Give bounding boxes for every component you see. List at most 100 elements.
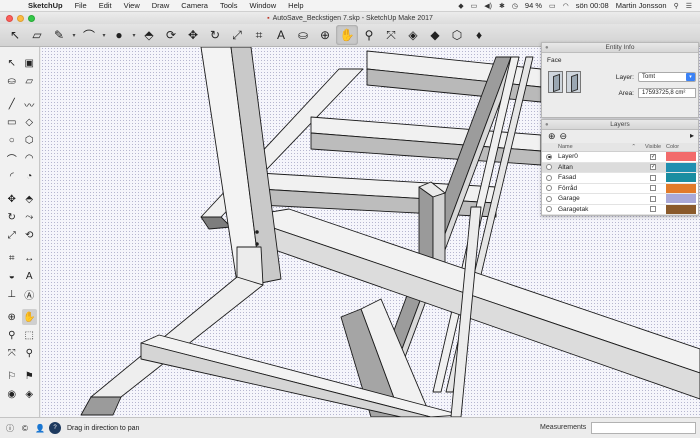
eraser-tool[interactable]: ▱	[26, 25, 48, 45]
offset-tool[interactable]: ⟲	[22, 227, 38, 243]
rectangle-tool[interactable]: ▭	[4, 114, 20, 130]
layer-visible-checkbox[interactable]	[640, 206, 666, 213]
layer-row[interactable]: Förråd	[542, 183, 698, 194]
active-layer-radio[interactable]	[542, 206, 556, 213]
active-layer-radio[interactable]	[542, 185, 556, 192]
scale-tool[interactable]: ⤢	[4, 227, 20, 243]
paint-bucket-tool[interactable]: ⛀	[4, 73, 20, 89]
layer-visible-checkbox[interactable]	[640, 174, 666, 181]
menu-app-name[interactable]: SketchUp	[22, 1, 69, 10]
bluetooth-icon[interactable]: ✱	[499, 2, 505, 10]
menu-help[interactable]: Help	[282, 1, 309, 10]
zoom-tool[interactable]: ⚲	[358, 25, 380, 45]
rotated-rectangle-tool[interactable]: ◇	[22, 114, 38, 130]
offset-tool[interactable]: ⟳	[160, 25, 182, 45]
warehouse-tool[interactable]: ◈	[402, 25, 424, 45]
extension-warehouse-tool[interactable]: ◆	[424, 25, 446, 45]
layer-color-swatch[interactable]	[666, 183, 696, 193]
layer-visible-checkbox[interactable]	[640, 195, 666, 202]
entity-info-title-bar[interactable]: ● Entity Info	[542, 43, 698, 53]
section-plane-tool[interactable]: ◈	[22, 386, 38, 402]
user-icon[interactable]: 👤	[34, 422, 46, 434]
layer-color-swatch[interactable]	[666, 152, 696, 162]
position-camera-tool[interactable]: ⚐	[4, 368, 20, 384]
layer-visible-checkbox[interactable]: ✓	[640, 153, 666, 160]
left-beam-side[interactable]	[80, 396, 122, 416]
geo-location-icon[interactable]: ⓘ	[4, 422, 16, 434]
layer-row[interactable]: Fasad	[542, 173, 698, 184]
layer-color-swatch[interactable]	[666, 162, 696, 172]
tape-measure-tool[interactable]: ⌗	[4, 250, 20, 266]
display-icon[interactable]: ▭	[471, 2, 478, 10]
layer-row[interactable]: Garage	[542, 194, 698, 205]
layer-name[interactable]: Fasad	[556, 174, 640, 181]
layer-name[interactable]: Förråd	[556, 185, 640, 192]
share-model-tool[interactable]: ⬡	[446, 25, 468, 45]
menu-view[interactable]: View	[118, 1, 146, 10]
eraser-tool[interactable]: ▱	[22, 73, 38, 89]
zoom-extents-tool[interactable]: ⤧	[4, 345, 20, 361]
walk-tool[interactable]: ⚑	[22, 368, 38, 384]
notification-center-icon[interactable]: ☰	[686, 2, 692, 10]
chevron-down-icon[interactable]: ▾	[686, 73, 695, 81]
timemachine-icon[interactable]: ◷	[512, 2, 518, 10]
orbit-tool[interactable]: ⊕	[314, 25, 336, 45]
zoom-extents-tool[interactable]: ⤧	[380, 25, 402, 45]
menu-edit[interactable]: Edit	[93, 1, 118, 10]
close-window-button[interactable]	[6, 15, 13, 22]
ruby-tool[interactable]: ♦	[468, 25, 490, 45]
layer-name[interactable]: Layer0	[556, 153, 640, 160]
layer-name[interactable]: Garage	[556, 195, 640, 202]
rotate-tool[interactable]: ↻	[204, 25, 226, 45]
active-layer-radio[interactable]	[542, 164, 556, 171]
pan-tool[interactable]: ✋	[21, 309, 37, 325]
col-name-header[interactable]: Name	[558, 144, 573, 150]
clock[interactable]: sön 00:08	[576, 1, 609, 10]
circle-tool-caret[interactable]: ▾	[130, 25, 138, 45]
active-layer-radio[interactable]	[542, 174, 556, 181]
active-layer-radio[interactable]	[542, 195, 556, 202]
zoom-window-tool[interactable]: ⬚	[22, 327, 38, 343]
search-icon[interactable]: ⚲	[674, 2, 679, 10]
credits-icon[interactable]: ©	[19, 422, 31, 434]
beam-far-left-side[interactable]	[200, 216, 232, 230]
layer-color-swatch[interactable]	[666, 173, 696, 183]
pie-tool[interactable]: ◔	[22, 168, 38, 184]
details-arrow-icon[interactable]: ▸	[690, 131, 694, 140]
layer-row[interactable]: Layer0 ✓	[542, 152, 698, 163]
minimize-window-button[interactable]	[17, 15, 24, 22]
pan-tool[interactable]: ✋	[336, 25, 358, 45]
3d-text-tool[interactable]: Ⓐ	[22, 286, 38, 302]
back-material-swatch[interactable]	[566, 71, 581, 93]
line-tool-caret[interactable]: ▾	[70, 25, 78, 45]
layer-visible-checkbox[interactable]	[640, 185, 666, 192]
tape-measure-tool[interactable]: ⌗	[248, 25, 270, 45]
wifi-icon[interactable]: ◠	[563, 2, 569, 10]
layer-name[interactable]: Altan	[556, 164, 640, 171]
follow-me-tool[interactable]: ⤳	[22, 209, 38, 225]
close-panel-icon[interactable]: ●	[545, 120, 549, 130]
dropbox-icon[interactable]: ◆	[458, 2, 463, 10]
layer-name[interactable]: Garagetak	[556, 206, 640, 213]
active-layer-radio[interactable]	[542, 153, 556, 160]
layer-color-swatch[interactable]	[666, 194, 696, 204]
user-name[interactable]: Martin Jonsson	[616, 1, 667, 10]
area-field[interactable]: 17593725,8 cm²	[638, 88, 696, 98]
rotate-tool[interactable]: ↻	[4, 209, 20, 225]
make-component-tool[interactable]: ▣	[22, 55, 38, 71]
select-tool[interactable]: ↖	[4, 55, 20, 71]
layer-color-swatch[interactable]	[666, 204, 696, 214]
front-material-swatch[interactable]	[548, 71, 563, 93]
zoom-window-button[interactable]	[28, 15, 35, 22]
menu-camera[interactable]: Camera	[175, 1, 214, 10]
add-layer-icon[interactable]: ⊕	[548, 131, 556, 142]
two-point-arc-tool[interactable]: ◠	[22, 150, 38, 166]
circle-tool[interactable]: ○	[4, 132, 20, 148]
pushpull-tool[interactable]: ⬘	[138, 25, 160, 45]
menu-file[interactable]: File	[69, 1, 93, 10]
move-tool[interactable]: ✥	[4, 191, 20, 207]
arc-tool[interactable]: ⌒	[78, 25, 100, 45]
text-tool[interactable]: A	[22, 268, 38, 284]
three-point-arc-tool[interactable]: ◜	[4, 168, 20, 184]
dimension-tool[interactable]: ↔	[22, 250, 38, 266]
